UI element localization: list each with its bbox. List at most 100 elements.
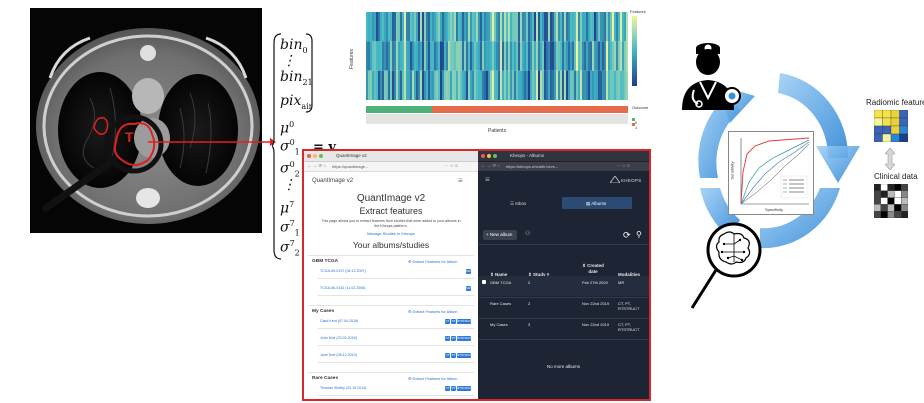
kheops-urlbar[interactable]: ← → ⟳ ⌂ https://kheops.ehealth.hevs... ⋯… [478,162,649,172]
clinical-cell [874,184,881,191]
heatmap-cell [448,12,451,42]
heatmap-cell [370,70,373,100]
heatmap-cell [372,41,375,71]
album-row-name: Rare Cases [490,301,512,306]
heatmap-cell [370,12,373,42]
clinical-cell [880,190,888,198]
study-link[interactable]: TCGA-06-0142 (11.02.2006) [320,286,365,290]
intro-text-2: the Kheops platform. [374,224,408,228]
refresh-icon[interactable]: ⟳ [623,230,631,241]
study-link[interactable]: Clark Kent (07.04.2016) [320,319,358,323]
heatmap-cell [506,41,509,71]
study-link[interactable]: Jane Doe (08.12.2013) [320,353,357,357]
minimize-dot-icon[interactable] [487,154,491,158]
roc-curve-plot: Specificity Sensitivity [728,131,814,215]
kheops-tab[interactable]: Kheops - Albums [510,153,544,158]
album-row[interactable] [478,276,649,296]
heatmap-cell [498,12,501,42]
ct-scan-image [30,8,262,233]
kheops-url[interactable]: https://kheops.ehealth.hevs... [506,164,558,169]
close-dot-icon[interactable] [481,154,485,158]
close-dot-icon[interactable] [307,154,311,158]
heatmap-cell [444,12,447,42]
heatmap-cell [470,70,473,100]
maximize-dot-icon[interactable] [319,154,323,158]
heatmap-cell [624,12,627,42]
tab-inbox[interactable]: ☰ Inbox [510,201,526,207]
quantimage-urlbar[interactable]: ← → ⟳ ⌂ https://quantimage... ⋯ ☆ ≡ [304,162,478,172]
heatmap-cell [422,70,425,100]
heatmap-cell [606,70,609,100]
heatmap-cell [576,70,579,100]
study-link[interactable]: John Doe (23.02.2018) [320,336,357,340]
clinical-cell [874,190,881,198]
heatmap-cell [486,41,489,71]
manage-studies-link[interactable]: Manage Studies in Kheops [304,231,478,236]
heatmap-cell [522,41,525,71]
heatmap-cell [402,70,405,100]
browser-menu-icons[interactable]: ⋯ ☆ ≡ [444,163,458,169]
album-row-modalities: MR [618,280,625,285]
heatmap-cell [384,41,387,71]
clinical-cell [880,211,888,218]
browser-menu-icons[interactable]: ⋯ ☆ ≡ [616,163,630,169]
heatmap-cell [542,41,545,71]
album-row-study: 2 [528,301,531,306]
heatmap-cell [576,41,579,71]
radiomic-cell [874,125,883,135]
roc-curves [740,137,810,205]
heatmap-cell [502,41,505,71]
heatmap-cell [430,41,433,71]
heatmap-cell [594,70,597,100]
album-name: My Cases [312,309,335,314]
extract-features-button[interactable]: ⚙ Extract Features for Album [408,309,457,314]
heatmap-cell [596,70,599,100]
clinical-cell [894,204,902,212]
heatmap-cell [408,12,411,42]
radiomic-cell [890,133,900,142]
heatmap-patient-ticks [366,114,628,124]
heatmap-cell [606,12,609,42]
heatmap-cell [476,12,479,42]
heatmap-cell [482,12,485,42]
quantimage-tab[interactable]: QuantImage v2 [336,153,367,158]
heatmap-cell [366,12,369,42]
quantimage-url[interactable]: https://quantimage... [332,164,368,169]
heatmap-cell [400,41,403,71]
search-icon[interactable]: ⚲ [636,230,642,239]
heatmap-cell [578,70,581,100]
column-header-created[interactable]: ⇕ Created date [582,263,604,274]
heatmap-cell [460,70,463,100]
add-user-icon[interactable]: ⚇ [525,230,530,237]
study-link[interactable]: Thomas Shelby (23.10.2014) [320,386,366,390]
album-row-modalities: CT, PT, RTSTRUCT [618,322,640,332]
heatmap-cell [616,12,619,42]
heatmap-cell [420,70,423,100]
heatmap-cell [474,41,477,71]
heatmap-cell [588,70,591,100]
row-checkbox[interactable] [482,280,486,284]
heatmap-cell [390,41,393,71]
heatmap-cell [434,12,437,42]
modality-tag: CT [445,335,450,341]
heatmap-cell [502,12,505,42]
back-forward-icons[interactable]: ← → ⟳ ⌂ [307,163,326,169]
heatmap-cell [508,12,511,42]
albums-title: Your albums/studies [352,240,430,250]
study-link[interactable]: TCGA-06-0137 (04.12.2007) [320,269,366,273]
maximize-dot-icon[interactable] [493,154,497,158]
heatmap-cell [580,41,583,71]
extract-features-button[interactable]: ⚙ Extract Features for Album [408,259,457,264]
heatmap-cell [380,12,383,42]
tab-albums-label: ▤ Albums [586,201,607,206]
back-forward-icons[interactable]: ← → ⟳ ⌂ [481,163,500,169]
kheops-menu-icon[interactable]: ≡ [485,175,490,184]
modality-tag: PT [451,385,456,391]
quantimage-brand[interactable]: QuantImage v2 [312,178,353,184]
minimize-dot-icon[interactable] [313,154,317,158]
heatmap-cell [486,12,489,42]
extract-features-button[interactable]: ⚙ Extract Features for Album [408,376,457,381]
heatmap-cell [496,41,499,71]
radiomic-cell [899,125,908,135]
hamburger-icon[interactable]: ≡ [458,176,463,185]
